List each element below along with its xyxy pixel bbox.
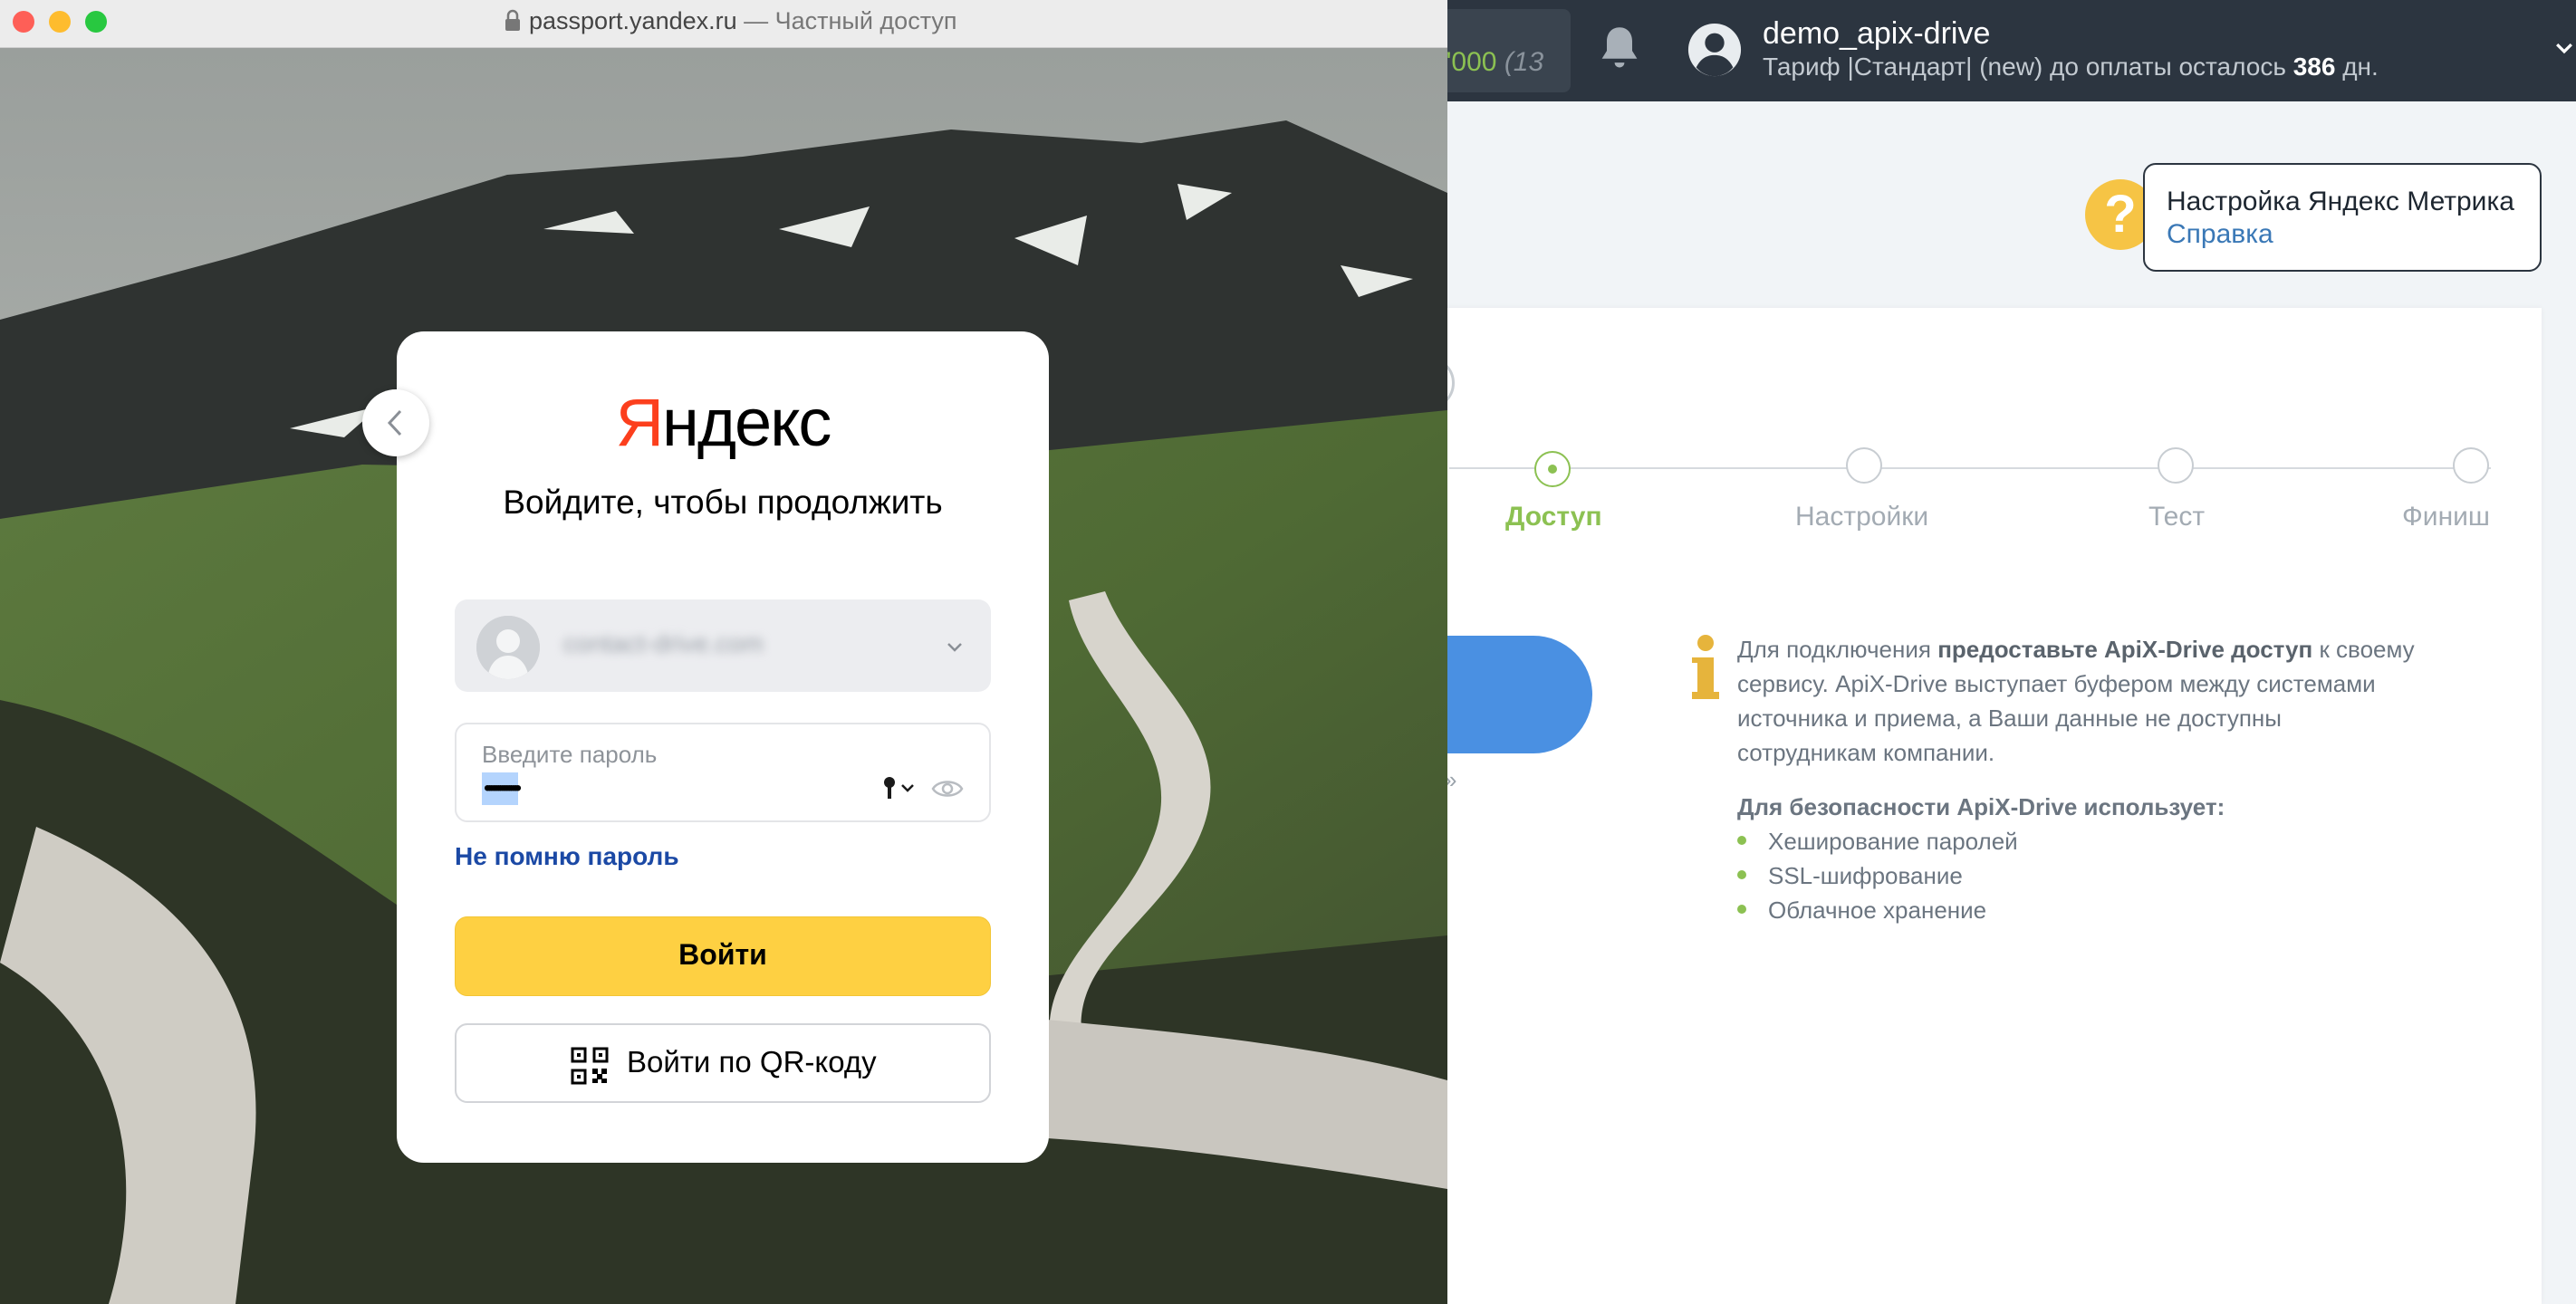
step-dot-access[interactable] — [1534, 451, 1571, 487]
lock-icon — [505, 9, 520, 31]
yandex-logo-first-letter: Я — [615, 385, 664, 460]
security-item: Хеширование паролей — [1737, 828, 2018, 856]
help-link[interactable]: Справка — [2167, 219, 2273, 250]
balance-suffix: (13 — [1504, 47, 1544, 77]
security-title: Для безопасности ApiX-Drive использует: — [1737, 793, 2225, 820]
security-item-label: Облачное хранение — [1768, 896, 1987, 924]
info-text: Для подключения предоставьте ApiX-Drive … — [1737, 632, 2426, 770]
step-label-test[interactable]: Тест — [2148, 502, 2205, 532]
security-item-label: Хеширование паролей — [1768, 828, 2018, 855]
username[interactable]: demo_apix-drive — [1763, 16, 1990, 52]
maximize-window-icon[interactable] — [85, 11, 107, 33]
chevron-down-icon[interactable] — [2552, 36, 2576, 60]
minimize-window-icon[interactable] — [49, 11, 71, 33]
url-bar-text: passport.yandex.ru — Частный доступ — [529, 7, 956, 35]
password-input-value[interactable]: ••••••••••••••• — [482, 772, 522, 805]
step-label-settings[interactable]: Настройки — [1795, 502, 1928, 532]
bullet-icon — [1737, 836, 1746, 846]
tariff-info: Тариф |Стандарт| (new) до оплаты осталос… — [1763, 53, 2379, 82]
bullet-icon — [1737, 905, 1746, 915]
step-dot-finish[interactable] — [2453, 447, 2489, 484]
account-email: contact-drive.com — [563, 629, 764, 657]
account-avatar-icon — [476, 616, 540, 679]
balance-text: 0'000 (13 — [1431, 47, 1543, 78]
security-item: Облачное хранение — [1737, 896, 1986, 925]
url-domain: passport.yandex.ru — [529, 7, 737, 34]
yandex-logo: Яндекс — [397, 384, 1049, 461]
password-field-label: Введите пароль — [482, 741, 658, 768]
login-heading: Войдите, чтобы продолжить — [503, 484, 943, 521]
qr-login-button-label[interactable]: Войти по QR-коду — [627, 1045, 877, 1079]
login-button-label[interactable]: Войти — [455, 938, 991, 972]
info-icon — [1692, 635, 1719, 699]
info-intro-before: Для подключения — [1737, 636, 1938, 663]
info-intro-bold: предоставьте ApiX-Drive доступ — [1937, 636, 2313, 663]
yandex-login-popup-window: passport.yandex.ru — Частный доступ Янде… — [0, 0, 1447, 1304]
tariff-days: 386 — [2292, 53, 2336, 81]
help-title: Настройка Яндекс Метрика — [2167, 187, 2514, 216]
step-dot-test[interactable] — [2158, 447, 2194, 484]
step-label-access[interactable]: Доступ — [1505, 502, 1602, 532]
password-key-icon[interactable] — [882, 775, 918, 802]
yandex-logo-rest: ндекс — [662, 385, 831, 460]
bell-icon[interactable] — [1596, 24, 1643, 74]
bullet-icon — [1737, 870, 1746, 880]
security-item-label: SSL-шифрование — [1768, 862, 1963, 889]
forgot-password-link[interactable]: Не помню пароль — [455, 842, 679, 871]
url-suffix: — Частный доступ — [736, 7, 957, 34]
security-item: SSL-шифрование — [1737, 862, 1963, 890]
step-label-finish[interactable]: Финиш — [2402, 502, 2490, 532]
help-box[interactable] — [2143, 163, 2542, 272]
step-dot-settings[interactable] — [1846, 447, 1882, 484]
show-password-eye-icon[interactable] — [931, 777, 964, 801]
user-avatar-icon[interactable] — [1687, 22, 1743, 78]
qr-code-icon — [571, 1047, 609, 1085]
password-field[interactable] — [455, 723, 991, 822]
tariff-days-unit: дн. — [2335, 53, 2379, 81]
steps-track — [1449, 467, 2491, 469]
close-window-icon[interactable] — [13, 11, 34, 33]
chevron-down-icon[interactable] — [942, 634, 967, 659]
tariff-text: Тариф |Стандарт| (new) до оплаты осталос… — [1763, 53, 2293, 81]
